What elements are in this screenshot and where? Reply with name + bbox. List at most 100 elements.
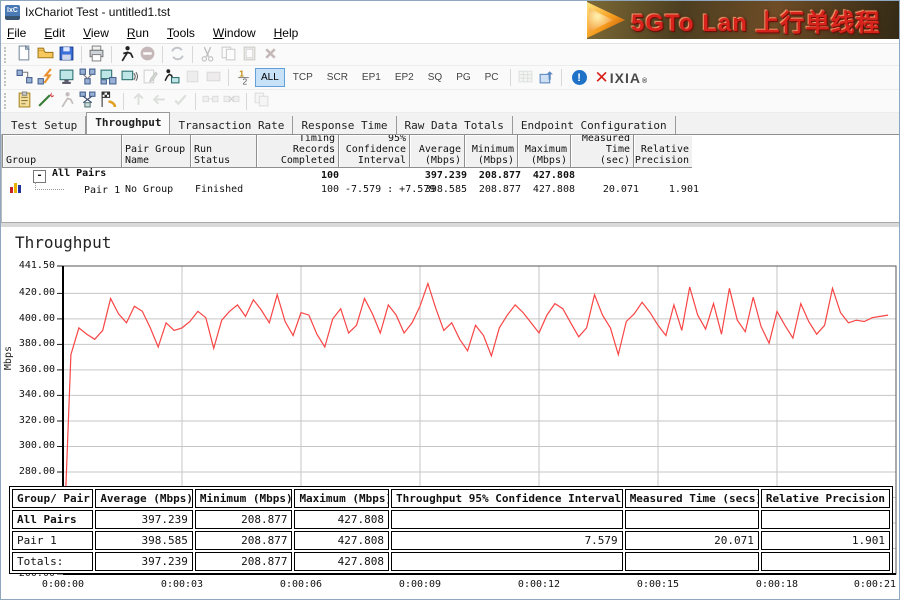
menu-view[interactable]: View xyxy=(83,26,109,40)
copy-icon xyxy=(220,45,237,65)
grid-body: - All Pairs100397.239208.877427.808Pair … xyxy=(2,168,900,196)
summary-cell: 208.877 xyxy=(195,531,293,550)
folder-open-icon xyxy=(37,45,54,65)
tab-throughput[interactable]: Throughput xyxy=(86,112,170,134)
grid-cell-mtime: 20.071 xyxy=(578,184,642,195)
expand-collapse-toggle[interactable]: - xyxy=(33,170,46,183)
grid-cell-max: 427.808 xyxy=(524,170,578,181)
timing-records-button[interactable]: 12 xyxy=(233,68,254,87)
summary-cell: 427.808 xyxy=(294,552,389,571)
grid-row-all-pairs[interactable]: - All Pairs100397.239208.877427.808 xyxy=(2,168,900,182)
summary-row-all-pairs: All Pairs397.239208.877427.808 xyxy=(12,510,890,529)
toolbar-main xyxy=(1,44,900,66)
summary-col-measured: Measured Time (secs) xyxy=(625,489,759,508)
save-test-button[interactable] xyxy=(56,45,77,64)
launch-dart-button[interactable] xyxy=(35,92,56,111)
paste-icon xyxy=(241,45,258,65)
y-tick-label: 320.00 xyxy=(3,415,55,427)
info-icon[interactable]: ! xyxy=(572,70,587,85)
filter-ep2-button[interactable]: EP2 xyxy=(389,68,420,87)
edit-pair-button[interactable] xyxy=(35,68,56,87)
grid-col-header-ci[interactable]: 95% Confidence Interval xyxy=(338,134,410,168)
results-summary-table: Group/ PairAverage (Mbps)Minimum (Mbps)M… xyxy=(9,486,893,574)
open-test-button[interactable] xyxy=(35,45,56,64)
network-pairs-button[interactable] xyxy=(77,92,98,111)
export-up-icon xyxy=(538,68,555,88)
add-multi-pair-button[interactable] xyxy=(77,68,98,87)
refresh-icon xyxy=(169,45,186,65)
pair-gray2-icon xyxy=(223,91,240,111)
summary-cell: Pair 1 xyxy=(12,531,93,550)
summary-cell xyxy=(761,510,890,529)
copy-gray-icon xyxy=(253,91,270,111)
grid-col-header-avg[interactable]: Average (Mbps) xyxy=(409,134,465,168)
y-tick-label: 360.00 xyxy=(3,364,55,376)
filter-tcp-button[interactable]: TCP xyxy=(287,68,319,87)
menu-window[interactable]: Window xyxy=(213,26,256,40)
toolbar-separator xyxy=(111,46,112,63)
grid-row-pair-1[interactable]: Pair 1No GroupFinished100-7.579 : +7.579… xyxy=(2,182,900,196)
grid-col-header-group[interactable]: Group xyxy=(2,134,122,168)
toolbar-grip xyxy=(4,47,8,63)
summary-col-group: Group/ Pair xyxy=(12,489,93,508)
grid-col-header-max[interactable]: Maximum (Mbps) xyxy=(517,134,571,168)
filter-pg-button[interactable]: PG xyxy=(450,68,476,87)
grid-cell-timing: 100 xyxy=(259,184,342,195)
add-endpoint-button[interactable] xyxy=(56,68,77,87)
filter-sq-button[interactable]: SQ xyxy=(422,68,448,87)
filter-ep1-button[interactable]: EP1 xyxy=(356,68,387,87)
grid-col-header-rp[interactable]: Relative Precision xyxy=(633,134,693,168)
reload-pairs-button xyxy=(167,45,188,64)
tab-bar: Test SetupThroughputTransaction RateResp… xyxy=(1,113,900,134)
run-endpoint-button[interactable] xyxy=(161,68,182,87)
tab-raw-data-totals[interactable]: Raw Data Totals xyxy=(397,116,513,134)
add-pair-button[interactable] xyxy=(14,68,35,87)
grid-cell-max: 427.808 xyxy=(524,184,578,195)
grid-cell-group: Pair 1 xyxy=(2,182,122,196)
pair-monitor-button[interactable] xyxy=(98,68,119,87)
pair-gray1-icon xyxy=(202,91,219,111)
pair-label: Pair 1 xyxy=(84,185,120,196)
grid-col-header-min[interactable]: Minimum (Mbps) xyxy=(464,134,518,168)
tab-transaction-rate[interactable]: Transaction Rate xyxy=(170,116,293,134)
filter-pc-button[interactable]: PC xyxy=(479,68,505,87)
doc-new-icon xyxy=(16,45,33,65)
chart-title: Throughput xyxy=(15,233,111,252)
clipboard-results-button[interactable] xyxy=(14,92,35,111)
filter-scr-button[interactable]: SCR xyxy=(321,68,354,87)
pairs-grid: GroupPair Group NameRun StatusTiming Rec… xyxy=(1,134,900,222)
arrows-gray3-icon xyxy=(172,91,189,111)
menu-edit[interactable]: Edit xyxy=(44,26,65,40)
y-tick-label: 380.00 xyxy=(3,338,55,350)
summary-cell xyxy=(625,510,759,529)
tab-response-time[interactable]: Response Time xyxy=(293,116,396,134)
menu-help[interactable]: Help xyxy=(274,26,299,40)
run-test-button[interactable] xyxy=(116,45,137,64)
export-results-button[interactable] xyxy=(536,68,557,87)
menu-tools[interactable]: Tools xyxy=(167,26,195,40)
window-title: IxChariot Test - untitled1.tst xyxy=(25,5,170,19)
grid-col-header-status[interactable]: Run Status xyxy=(190,134,257,168)
grid-col-header-timing[interactable]: Timing Records Completed xyxy=(256,134,339,168)
tab-endpoint-configuration[interactable]: Endpoint Configuration xyxy=(513,116,676,134)
tab-test-setup[interactable]: Test Setup xyxy=(3,116,86,134)
summary-col-maximum: Maximum (Mbps) xyxy=(294,489,389,508)
print-button[interactable] xyxy=(86,45,107,64)
new-test-button[interactable] xyxy=(14,45,35,64)
menu-run[interactable]: Run xyxy=(127,26,149,40)
cut-icon xyxy=(199,45,216,65)
flame-arrow-icon xyxy=(587,1,627,39)
grid-col-header-pgname[interactable]: Pair Group Name xyxy=(121,134,191,168)
summary-cell: 427.808 xyxy=(294,510,389,529)
toolbar-separator xyxy=(123,93,124,110)
multi-pair-icon xyxy=(79,68,96,88)
grid-col-header-mtime[interactable]: Measured Time (sec) xyxy=(570,134,634,168)
move-left-button xyxy=(149,92,170,111)
promo-banner: 5GTo Lan 上行单线程 xyxy=(587,1,899,39)
move-up-button xyxy=(128,92,149,111)
menu-file[interactable]: File xyxy=(7,26,26,40)
finish-run-button[interactable] xyxy=(98,92,119,111)
delete-button xyxy=(260,45,281,64)
filter-all-button[interactable]: ALL xyxy=(255,68,285,87)
monitor-audio-button[interactable] xyxy=(119,68,140,87)
